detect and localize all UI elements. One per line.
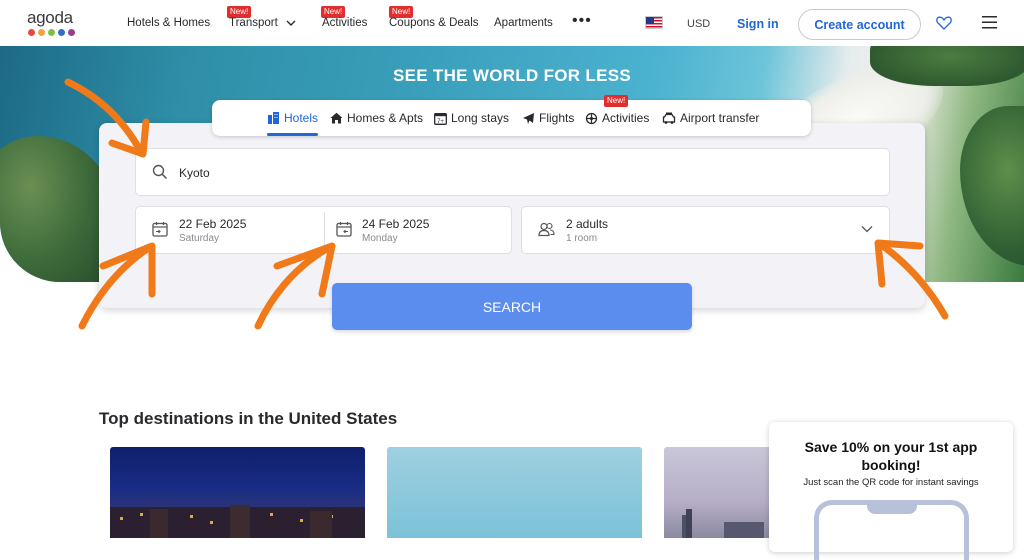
check-in-date: 22 Feb 2025	[179, 217, 247, 231]
nav-transport[interactable]: Transport	[229, 17, 296, 29]
tab-airport-transfer-label: Airport transfer	[680, 111, 760, 125]
logo-dot	[28, 29, 35, 36]
destination-value[interactable]: Kyoto	[179, 166, 210, 180]
city-skyline-image	[682, 509, 764, 538]
check-out-day: Monday	[362, 233, 398, 244]
promo-title: Save 10% on your 1st app booking!	[804, 439, 978, 473]
destination-input[interactable]	[135, 148, 890, 196]
create-account-button[interactable]: Create account	[798, 9, 921, 40]
search-button[interactable]: SEARCH	[332, 283, 692, 330]
calendar-checkin-icon	[152, 222, 168, 237]
more-menu-button[interactable]: •••	[572, 12, 592, 30]
tab-airport-transfer[interactable]: Airport transfer	[662, 100, 759, 136]
logo-dot	[68, 29, 75, 36]
check-out-date: 24 Feb 2025	[362, 217, 430, 231]
heart-icon[interactable]	[936, 16, 952, 30]
promo-subtitle: Just scan the QR code for instant saving…	[803, 477, 979, 488]
car-icon	[662, 112, 676, 124]
nav-apartments[interactable]: Apartments	[494, 17, 553, 29]
nav-transport-label: Transport	[229, 17, 278, 29]
hamburger-menu-icon[interactable]	[982, 15, 997, 29]
plane-icon	[523, 112, 534, 124]
tab-long-stays[interactable]: 7+ Long stays	[434, 100, 509, 136]
nav-activities[interactable]: Activities	[322, 17, 367, 29]
tab-flights[interactable]: Flights	[522, 100, 574, 136]
us-flag-icon[interactable]	[645, 16, 663, 29]
sign-in-link[interactable]: Sign in	[737, 17, 779, 31]
app-promo-card: Save 10% on your 1st app booking! Just s…	[769, 422, 1013, 560]
destination-card-image[interactable]	[664, 447, 774, 538]
guests-count: 2 adults	[566, 217, 609, 231]
chevron-down-icon[interactable]	[861, 225, 873, 233]
svg-text:7+: 7+	[437, 119, 444, 125]
destination-card-image[interactable]	[110, 447, 365, 538]
phone-illustration	[814, 500, 969, 560]
destination-card-image[interactable]	[387, 447, 642, 538]
tab-activities-label: Activities	[602, 111, 650, 125]
tab-homes-apts[interactable]: Homes & Apts	[330, 100, 423, 136]
activities-icon	[585, 112, 598, 124]
logo-dot	[38, 29, 45, 36]
check-in-day: Saturday	[179, 233, 220, 244]
phone-notch	[867, 505, 917, 514]
logo-dots	[28, 29, 75, 36]
nav-hotels-homes[interactable]: Hotels & Homes	[127, 17, 210, 29]
logo-dot	[58, 29, 65, 36]
guests-icon	[538, 222, 555, 237]
top-navigation-bar: agoda Hotels & Homes New! Transport New!…	[0, 0, 1024, 46]
tab-hotels[interactable]: Hotels	[267, 100, 319, 136]
nav-coupons-deals[interactable]: Coupons & Deals	[389, 17, 479, 29]
logo-dot	[48, 29, 55, 36]
tab-hotels-label: Hotels	[284, 111, 319, 125]
agoda-logo[interactable]: agoda	[27, 8, 75, 36]
chevron-down-icon	[286, 20, 296, 26]
calendar-icon: 7+	[434, 112, 447, 125]
tab-long-stays-label: Long stays	[451, 111, 510, 125]
home-icon	[330, 112, 343, 124]
city-night-image	[110, 505, 365, 538]
currency-selector[interactable]: USD	[687, 18, 710, 30]
hero-title: SEE THE WORLD FOR LESS	[392, 66, 631, 85]
tab-flights-label: Flights	[539, 111, 575, 125]
rooms-count: 1 room	[566, 233, 598, 244]
new-badge: New!	[604, 95, 629, 107]
section-title: Top destinations in the United States	[99, 409, 398, 428]
hotel-icon	[268, 112, 279, 124]
search-icon	[152, 164, 168, 180]
calendar-checkout-icon	[336, 222, 352, 237]
hero-island-image	[960, 106, 1024, 266]
product-tabs: Hotels Homes & Apts 7+ Long stays Flight…	[212, 95, 811, 136]
logo-text: agoda	[27, 8, 73, 27]
tab-homes-apts-label: Homes & Apts	[347, 111, 424, 125]
